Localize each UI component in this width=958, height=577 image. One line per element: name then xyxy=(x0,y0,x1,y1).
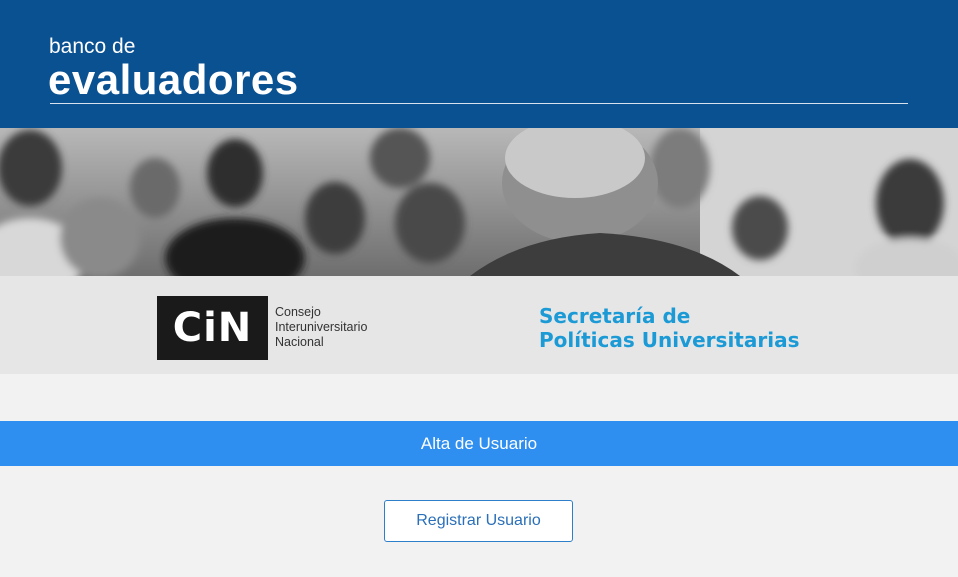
cin-name-line: Nacional xyxy=(275,335,324,349)
cin-logo: CiN xyxy=(157,296,268,360)
classroom-photo xyxy=(0,128,958,276)
institution-logos: CiN Consejo Interuniversitario Nacional … xyxy=(0,276,958,374)
cin-name-line: Consejo xyxy=(275,305,321,319)
header-divider xyxy=(50,103,908,104)
section-title: Alta de Usuario xyxy=(0,421,958,466)
header-title: evaluadores xyxy=(48,56,299,103)
classroom-photo-illustration xyxy=(0,128,958,276)
spu-name-line: Políticas Universitarias xyxy=(539,328,800,352)
site-header: banco de evaluadores xyxy=(0,0,958,128)
header-subtitle: banco de xyxy=(49,35,136,58)
spu-name-line: Secretaría de xyxy=(539,304,691,328)
spu-logo: Secretaría de Políticas Universitarias xyxy=(539,304,799,352)
register-user-button[interactable]: Registrar Usuario xyxy=(384,500,573,542)
cin-name: Consejo Interuniversitario Nacional xyxy=(275,305,367,350)
cin-name-line: Interuniversitario xyxy=(275,320,368,334)
